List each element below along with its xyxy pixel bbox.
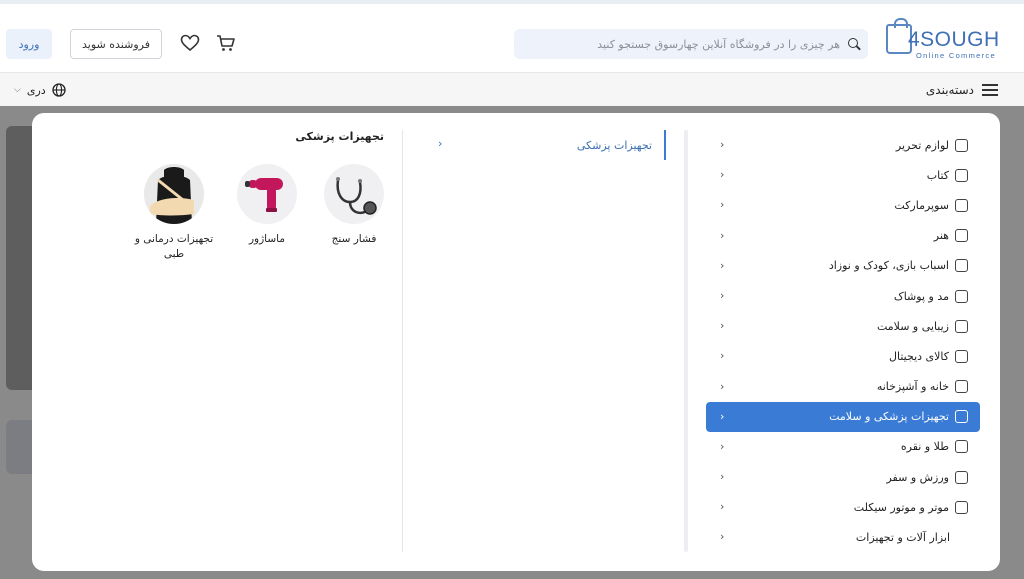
category-navbar: دسته‌بندی ⌵ دری xyxy=(0,72,1024,106)
category-item-tools[interactable]: ابزار آلات و تجهیزات ‹ xyxy=(706,522,980,552)
category-label: اسباب بازی، کودک و نوزاد xyxy=(828,259,949,273)
kitchen-icon xyxy=(955,380,968,394)
category-item-art[interactable]: هنر ‹ xyxy=(706,221,980,251)
sport-icon xyxy=(955,470,968,484)
chevron-left-icon: ‹ xyxy=(720,470,725,484)
heart-icon[interactable] xyxy=(180,34,200,52)
categories-menu-toggle[interactable]: دسته‌بندی xyxy=(926,79,998,101)
mega-menu-panel: لوازم تحریر ‹ کتاب ‹ سوپرمارکت ‹ هنر ‹ ا… xyxy=(32,113,1000,571)
medical-bag-icon xyxy=(955,410,968,424)
chevron-left-icon: ‹ xyxy=(720,198,725,212)
gold-icon xyxy=(955,440,968,454)
product-label: فشار سنج xyxy=(331,233,377,245)
category-item-stationery[interactable]: لوازم تحریر ‹ xyxy=(706,130,980,160)
category-item-toys-kids[interactable]: اسباب بازی، کودک و نوزاد ‹ xyxy=(706,251,980,281)
background-card xyxy=(6,420,32,474)
product-tile-therapy[interactable]: تجهیزات درمانی و طبی xyxy=(132,164,216,262)
toy-icon xyxy=(955,259,968,273)
chevron-left-icon: ‹ xyxy=(720,288,725,302)
category-label: کتاب xyxy=(926,168,949,182)
logo-brand: 4SOUGH xyxy=(908,28,1000,51)
category-label: موتر و موتور سیکلت xyxy=(853,500,949,514)
search-icon[interactable] xyxy=(848,38,858,48)
category-label: طلا و نقره xyxy=(900,440,949,454)
category-label: مد و پوشاک xyxy=(893,289,949,303)
category-label: زیبایی و سلامت xyxy=(876,319,949,333)
arm-sling-icon xyxy=(144,164,204,224)
car-icon xyxy=(955,500,968,514)
category-label: سوپرمارکت xyxy=(894,198,949,212)
chevron-left-icon: ‹ xyxy=(720,258,725,272)
cart-icon[interactable] xyxy=(216,34,236,52)
login-button[interactable]: ورود xyxy=(6,29,52,59)
become-seller-button[interactable]: فروشنده شوید xyxy=(70,29,162,59)
category-item-beauty-health[interactable]: زیبایی و سلامت ‹ xyxy=(706,311,980,341)
category-item-books[interactable]: کتاب ‹ xyxy=(706,160,980,190)
chevron-left-icon: ‹ xyxy=(720,439,725,453)
chevron-left-icon: ‹ xyxy=(720,500,725,514)
category-item-gold-silver[interactable]: طلا و نقره ‹ xyxy=(706,432,980,462)
category-item-vehicles[interactable]: موتر و موتور سیکلت ‹ xyxy=(706,492,980,522)
category-item-supermarket[interactable]: سوپرمارکت ‹ xyxy=(706,190,980,220)
product-label: ماساژور xyxy=(248,233,286,245)
site-logo[interactable]: 4SOUGH Online Commerce xyxy=(886,18,1000,64)
category-list: لوازم تحریر ‹ کتاب ‹ سوپرمارکت ‹ هنر ‹ ا… xyxy=(706,130,980,553)
palette-icon xyxy=(955,229,968,243)
search-input[interactable] xyxy=(524,33,840,55)
chevron-down-icon: ⌵ xyxy=(14,85,21,95)
category-item-sport-travel[interactable]: ورزش و سفر ‹ xyxy=(706,462,980,492)
category-item-medical[interactable]: تجهیزات پزشکی و سلامت ‹ xyxy=(706,401,980,432)
product-tile-blood-pressure[interactable]: فشار سنج xyxy=(312,164,396,247)
subcategory-item-medical-equipment[interactable]: تجهیزات پزشکی ‹ xyxy=(434,130,666,160)
stethoscope-icon xyxy=(324,164,384,224)
category-label: خانه و آشپزخانه xyxy=(876,380,949,394)
category-label: ابزار آلات و تجهیزات xyxy=(855,531,950,545)
language-label: دری xyxy=(26,83,46,97)
subcategory-label: تجهیزات پزشکی xyxy=(576,138,652,152)
chevron-left-icon: ‹ xyxy=(438,137,443,150)
chevron-left-icon: ‹ xyxy=(720,319,725,333)
product-tile-massager[interactable]: ماساژور xyxy=(225,164,309,247)
chevron-left-icon: ‹ xyxy=(720,138,725,151)
chevron-left-icon: ‹ xyxy=(720,168,725,182)
chevron-left-icon: ‹ xyxy=(720,228,725,242)
product-label: تجهیزات درمانی و طبی xyxy=(134,233,214,260)
chevron-left-icon: ‹ xyxy=(720,409,725,423)
shirt-icon xyxy=(955,289,968,303)
category-label: هنر xyxy=(933,229,949,243)
massage-gun-icon xyxy=(237,164,297,224)
category-item-home-kitchen[interactable]: خانه و آشپزخانه ‹ xyxy=(706,372,980,402)
top-header: 4SOUGH Online Commerce فروشنده شوید ورود xyxy=(0,0,1024,72)
pen-icon xyxy=(955,138,968,152)
category-label: کالای دیجیتال xyxy=(888,349,949,363)
category-scrollbar[interactable] xyxy=(684,130,688,552)
chevron-left-icon: ‹ xyxy=(720,530,725,544)
background-banner xyxy=(6,126,32,390)
chevron-left-icon: ‹ xyxy=(720,349,725,363)
laptop-icon xyxy=(955,349,968,363)
hamburger-icon xyxy=(982,84,998,96)
categories-label: دسته‌بندی xyxy=(925,83,974,97)
category-label: تجهیزات پزشکی و سلامت xyxy=(829,410,949,424)
chevron-left-icon: ‹ xyxy=(720,379,725,393)
subcategory-column: تجهیزات پزشکی ‹ xyxy=(402,130,666,552)
category-item-digital[interactable]: کالای دیجیتال ‹ xyxy=(706,341,980,371)
store-icon xyxy=(955,198,968,212)
category-label: ورزش و سفر xyxy=(886,470,949,484)
beauty-icon xyxy=(955,319,968,333)
category-label: لوازم تحریر xyxy=(895,138,949,152)
book-icon xyxy=(955,168,968,182)
language-selector[interactable]: ⌵ دری xyxy=(14,79,66,101)
products-title: تجهیزات پزشکی xyxy=(295,130,384,143)
search-bar xyxy=(514,29,868,59)
globe-icon xyxy=(52,83,66,97)
category-item-fashion[interactable]: مد و پوشاک ‹ xyxy=(706,281,980,311)
logo-tagline: Online Commerce xyxy=(916,51,996,60)
